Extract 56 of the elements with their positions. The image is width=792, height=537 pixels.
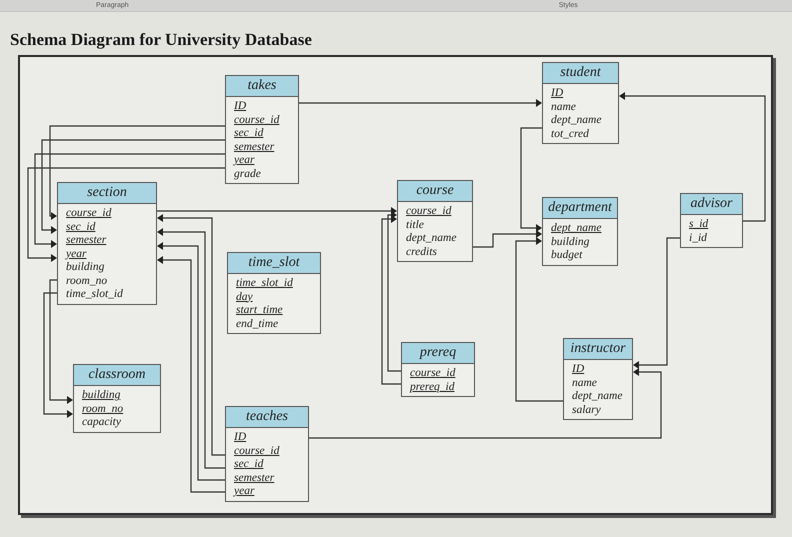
attribute-name: room_no xyxy=(66,274,108,288)
attribute-name: capacity xyxy=(82,416,121,430)
attribute-name: ID xyxy=(234,100,246,114)
attribute-name: year xyxy=(234,154,254,168)
table-name: instructor xyxy=(564,339,632,360)
table-name: teaches xyxy=(226,407,308,428)
attribute-name: salary xyxy=(572,404,601,417)
attribute-name: name xyxy=(572,376,597,390)
attribute-name: sec_id xyxy=(234,458,264,472)
table-name: section xyxy=(58,183,156,204)
attribute-name: year xyxy=(66,248,86,261)
attribute-name: dept_name xyxy=(406,232,456,246)
attribute-name: course_id xyxy=(234,444,280,458)
attribute-name: dept_name xyxy=(551,114,602,128)
attribute-name: time_slot_id xyxy=(236,277,293,290)
attribute-name: ID xyxy=(234,431,246,444)
table-name: department xyxy=(543,198,617,219)
attribute-name: room_no xyxy=(82,402,124,416)
attribute-name: grade xyxy=(234,168,261,181)
table-name: time_slot xyxy=(228,253,320,274)
attribute-name: course_id xyxy=(410,367,456,380)
attribute-name: course_id xyxy=(406,205,452,218)
attribute-name: time_slot_id xyxy=(66,288,123,302)
attribute-name: title xyxy=(406,218,424,232)
attribute-name: building xyxy=(66,261,104,274)
attribute-name: prereq_id xyxy=(410,380,455,394)
table-name: advisor xyxy=(681,194,742,215)
table-name: takes xyxy=(226,76,298,97)
attribute-name: sec_id xyxy=(234,127,264,140)
attribute-name: budget xyxy=(551,249,582,262)
attribute-name: semester xyxy=(66,234,106,248)
attribute-name: semester xyxy=(234,140,274,154)
attribute-name: i_id xyxy=(689,232,707,245)
attribute-name: sec_id xyxy=(66,220,96,234)
attribute-name: name xyxy=(551,100,576,114)
attribute-name: day xyxy=(236,290,253,304)
table-name: classroom xyxy=(74,365,160,386)
attribute-name: dept_name xyxy=(572,390,622,404)
attribute-name: building xyxy=(82,389,120,402)
attribute-name: semester xyxy=(234,472,274,485)
attribute-name: ID xyxy=(551,87,564,100)
page-title: Schema Diagram for University Database xyxy=(10,29,313,50)
attribute-name: start_time xyxy=(236,304,283,318)
attribute-name: course_id xyxy=(234,114,280,127)
attribute-name: ID xyxy=(572,363,584,376)
attribute-name: year xyxy=(234,485,254,498)
attribute-name: course_id xyxy=(66,207,112,220)
attribute-name: building xyxy=(551,236,590,249)
table-name: course xyxy=(398,181,472,202)
attribute-name: s_id xyxy=(689,218,708,232)
attribute-name: credits xyxy=(406,246,437,259)
table-name: prereq xyxy=(402,343,474,364)
attribute-name: dept_name xyxy=(551,222,602,236)
attribute-name: tot_cred xyxy=(551,128,589,141)
attribute-name: end_time xyxy=(236,318,278,331)
table-name: student xyxy=(543,63,618,84)
